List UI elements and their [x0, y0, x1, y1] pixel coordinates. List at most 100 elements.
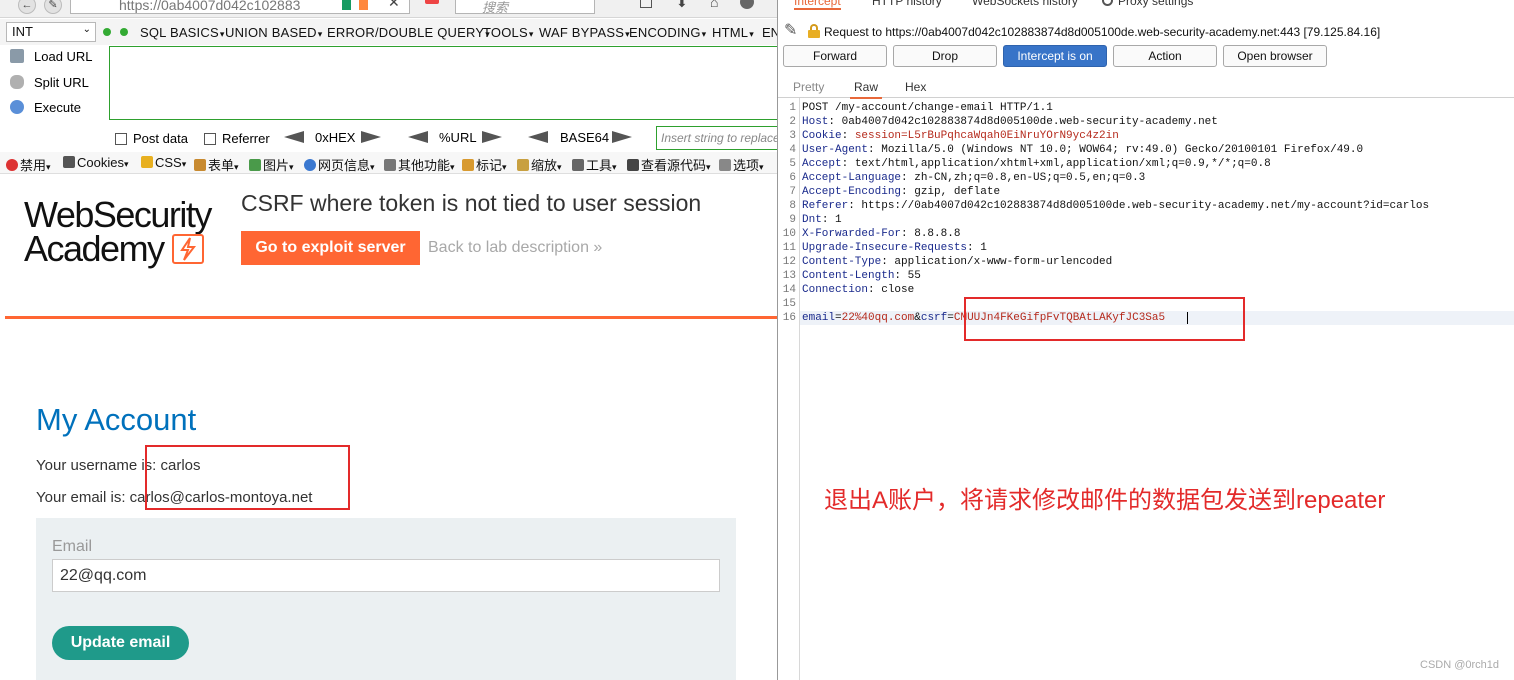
request-line: 11 Upgrade-Insecure-Requests: 1: [778, 241, 1514, 255]
watermark: CSDN @0rch1d: [1420, 659, 1500, 671]
forward-button[interactable]: Forward: [783, 45, 887, 67]
menu-error-double-query[interactable]: ERROR/DOUBLE QUERY: [327, 25, 490, 40]
tools-icon[interactable]: ✎: [44, 0, 62, 14]
menu-tools[interactable]: TOOLS: [483, 25, 534, 40]
bookmark-label: 禁用: [20, 158, 47, 173]
email-field[interactable]: 22@qq.com: [52, 559, 720, 592]
edit-pencil-icon[interactable]: ✎: [784, 22, 802, 40]
bookmark-forms[interactable]: 表单: [194, 155, 239, 174]
header-value: 0ab4007d042c102883874d8d005100de.web-sec…: [841, 116, 1218, 128]
insert-string-placeholder: Insert string to replace: [661, 131, 777, 145]
header-value: gzip, deflate: [914, 186, 1001, 198]
tab-pretty[interactable]: Pretty: [793, 80, 824, 94]
line-number: 4: [789, 144, 796, 156]
load-url-button[interactable]: Load URL: [10, 46, 93, 68]
minus-icon[interactable]: [103, 28, 111, 36]
referrer-checkbox[interactable]: Referrer: [204, 131, 270, 146]
hackbar-type-select[interactable]: INT ⌄: [6, 22, 96, 42]
plus-icon[interactable]: [120, 28, 128, 36]
bookmark-zoom[interactable]: 缩放: [517, 155, 562, 174]
url-text: https://0ab4007d042c102883: [119, 0, 301, 13]
download-icon[interactable]: ⬇: [676, 0, 688, 11]
bookmark-tools[interactable]: 工具: [572, 155, 617, 174]
header-value: 8.8.8.8: [914, 228, 961, 240]
css-icon: [141, 156, 153, 168]
header-name: Cookie: [802, 130, 842, 142]
wrench-icon: [572, 159, 584, 171]
header-name: Content-Length: [802, 270, 895, 282]
menu-encoding[interactable]: ENCODING: [629, 25, 706, 40]
line-number: 5: [789, 158, 796, 170]
change-email-form: Email 22@qq.com Update email: [36, 518, 736, 680]
menu-union-based[interactable]: UNION BASED: [225, 25, 323, 40]
post-data-checkbox[interactable]: Post data: [115, 131, 188, 146]
bookmark-options[interactable]: 选项: [719, 155, 764, 174]
header-value: close: [881, 284, 915, 296]
images-icon: [249, 159, 261, 171]
bookmark-css[interactable]: CSS: [141, 155, 186, 170]
hex-encode-arrow-icon[interactable]: [361, 131, 381, 143]
header-name: Dnt: [802, 214, 822, 226]
tab-websockets-history[interactable]: WebSockets history: [972, 0, 1078, 8]
split-url-label: Split URL: [34, 75, 89, 90]
update-email-button[interactable]: Update email: [52, 626, 189, 660]
insert-string-input[interactable]: Insert string to replace: [656, 126, 777, 150]
bookmark-mark[interactable]: 标记: [462, 155, 507, 174]
line-number: 2: [789, 116, 796, 128]
action-button[interactable]: Action: [1113, 45, 1217, 67]
base64-encode-arrow-icon[interactable]: [612, 131, 632, 143]
bookmark-cookies[interactable]: Cookies: [63, 155, 129, 170]
bookmark-misc[interactable]: 其他功能: [384, 155, 455, 174]
url-encode-arrow-icon[interactable]: [482, 131, 502, 143]
menu-html[interactable]: HTML: [712, 25, 754, 40]
menu-sql-basics[interactable]: SQL BASICS: [140, 25, 225, 40]
menu-waf-bypass[interactable]: WAF BYPASS: [539, 25, 630, 40]
request-line: 14 Connection: close: [778, 283, 1514, 297]
extension-icon[interactable]: [425, 0, 439, 4]
tab-http-history[interactable]: HTTP history: [872, 0, 942, 8]
addon-icon[interactable]: [740, 0, 754, 9]
url-decode-arrow-icon[interactable]: [408, 131, 428, 143]
header-name: Accept: [802, 158, 842, 170]
close-icon[interactable]: ✕: [388, 0, 400, 11]
tab-proxy-settings[interactable]: Proxy settings: [1102, 0, 1193, 8]
line-text: POST /my-account/change-email HTTP/1.1: [802, 102, 1053, 114]
header-name: Accept-Encoding: [802, 186, 902, 198]
tab-hex[interactable]: Hex: [905, 80, 926, 94]
bookmark-images[interactable]: 图片: [249, 155, 294, 174]
hackbar-select-value: INT: [12, 24, 33, 39]
annotation-highlight-box: [145, 445, 350, 510]
menu-en[interactable]: EN: [762, 25, 777, 40]
web-security-academy-logo[interactable]: WebSecurity Academy: [24, 194, 224, 270]
base64-decode-arrow-icon[interactable]: [528, 131, 548, 143]
drop-button[interactable]: Drop: [893, 45, 997, 67]
tab-raw[interactable]: Raw: [849, 80, 883, 99]
reader-icon[interactable]: [640, 0, 652, 8]
request-line: 3 Cookie: session=L5rBuPqhcaWqah0EiNruYOr…: [778, 129, 1514, 143]
hackbar-url-textarea[interactable]: [109, 46, 777, 120]
pencil-icon: [462, 159, 474, 171]
line-number: 14: [782, 284, 796, 296]
split-url-button[interactable]: Split URL: [10, 72, 89, 94]
bookmark-label: 查看源代码: [641, 158, 707, 173]
hex-decode-arrow-icon[interactable]: [284, 131, 304, 143]
bookmark-page-info[interactable]: 网页信息: [304, 155, 375, 174]
bookmark-view-source[interactable]: 查看源代码: [627, 155, 711, 174]
hex-label: 0xHEX: [315, 130, 356, 145]
header-divider: [5, 316, 777, 319]
back-to-lab-link[interactable]: Back to lab description »: [428, 239, 602, 257]
back-icon[interactable]: ←: [18, 0, 36, 14]
execute-icon: [10, 100, 24, 114]
execute-button[interactable]: Execute: [10, 97, 81, 119]
exploit-server-button[interactable]: Go to exploit server: [241, 231, 420, 265]
proxy-tabs: Intercept HTTP history WebSockets histor…: [778, 0, 1514, 10]
search-input[interactable]: 搜索: [455, 0, 595, 15]
cookies-icon: [63, 156, 75, 168]
bookmark-disable[interactable]: 禁用: [6, 155, 51, 174]
tab-intercept[interactable]: Intercept: [794, 0, 841, 10]
intercept-toggle-button[interactable]: Intercept is on: [1003, 45, 1107, 67]
split-url-icon: [10, 75, 24, 89]
open-browser-button[interactable]: Open browser: [1223, 45, 1327, 67]
load-url-icon: [10, 49, 24, 63]
home-icon[interactable]: ⌂: [710, 0, 718, 10]
